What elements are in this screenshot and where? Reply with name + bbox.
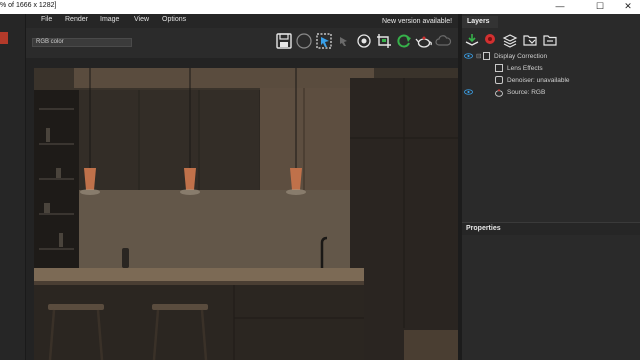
close-button[interactable]: ✕: [612, 0, 640, 14]
circle-icon[interactable]: [295, 32, 313, 50]
red-marker-icon[interactable]: [482, 32, 498, 48]
stack-layers-icon[interactable]: [502, 32, 518, 48]
channel-select[interactable]: RGB color: [32, 38, 132, 47]
track-mouse-icon[interactable]: [335, 32, 353, 50]
minimize-button[interactable]: —: [544, 0, 576, 14]
layers-panel: Layers ⊟ Display Correction Lens Effects…: [462, 14, 640, 360]
lens-effects-icon: [495, 64, 503, 72]
cloud-icon[interactable]: [434, 32, 452, 50]
properties-header: Properties: [462, 223, 640, 235]
denoiser-icon: [495, 76, 503, 84]
properties-panel: Properties: [462, 222, 640, 360]
layer-toolbar: [462, 30, 640, 52]
layer-label: Lens Effects: [507, 65, 543, 72]
layer-label: Denoiser: unavailable: [507, 77, 570, 84]
visibility-eye-icon[interactable]: [464, 53, 473, 59]
menu-view[interactable]: View: [134, 16, 149, 23]
layer-display-correction[interactable]: ⊟ Display Correction: [462, 51, 640, 62]
menu-file[interactable]: File: [41, 16, 52, 23]
teapot-icon: [495, 89, 503, 97]
trash-icon[interactable]: [0, 32, 8, 44]
teapot-icon[interactable]: [415, 32, 433, 50]
folder-open-icon[interactable]: [522, 32, 538, 48]
layer-denoiser[interactable]: Denoiser: unavailable: [462, 75, 640, 86]
tab-layers[interactable]: Layers: [462, 16, 498, 28]
load-layer-icon[interactable]: [464, 32, 480, 48]
kitchen-render-art: [34, 68, 458, 360]
title-bar: % of 1666 x 1282] — ☐ ✕: [0, 0, 640, 14]
region-select-icon[interactable]: [315, 32, 333, 50]
left-strip: [0, 14, 26, 360]
refresh-icon[interactable]: [395, 32, 413, 50]
lens-analysis-icon[interactable]: [355, 32, 373, 50]
new-version-notice[interactable]: New version available!: [382, 18, 452, 25]
render-viewport[interactable]: [26, 58, 458, 360]
menu-image[interactable]: Image: [100, 16, 119, 23]
layer-lens-effects[interactable]: Lens Effects: [462, 63, 640, 74]
rendered-image: [34, 68, 458, 360]
save-icon[interactable]: [275, 32, 293, 50]
layer-source-rgb[interactable]: Source: RGB: [462, 87, 640, 98]
layer-type-icon: [483, 52, 490, 60]
folder-icon[interactable]: [542, 32, 558, 48]
layer-label: Display Correction: [494, 53, 548, 60]
layer-label: Source: RGB: [507, 89, 546, 96]
window-title: % of 1666 x 1282]: [0, 2, 57, 9]
crop-icon[interactable]: [375, 32, 393, 50]
collapse-icon[interactable]: ⊟: [476, 51, 481, 62]
visibility-eye-icon[interactable]: [464, 89, 473, 95]
menu-options[interactable]: Options: [162, 16, 186, 23]
menu-render[interactable]: Render: [65, 16, 88, 23]
